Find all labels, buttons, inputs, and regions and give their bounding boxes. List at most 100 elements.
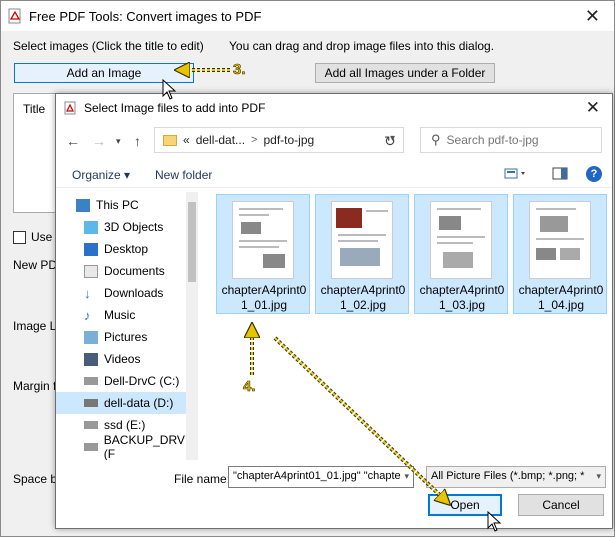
nav-scrollbar[interactable]: [186, 192, 198, 460]
navigation-pane[interactable]: This PC 3D Objects Desktop Documents ↓ D…: [56, 192, 198, 460]
music-icon: ♪: [84, 307, 91, 323]
nav-item-label: Videos: [104, 352, 141, 366]
nav-item-label: Downloads: [104, 286, 164, 300]
file-name: chapterA4print01_04.jpg: [518, 283, 604, 312]
nav-item-label: 3D Objects: [104, 220, 164, 234]
drive-icon: [84, 443, 98, 451]
dialog-close-icon[interactable]: ✕: [586, 98, 600, 118]
breadcrumb-folder[interactable]: pdf-to-jpg: [263, 133, 314, 147]
nav-item-videos[interactable]: Videos: [56, 348, 197, 370]
nav-item-documents[interactable]: Documents: [56, 260, 197, 282]
file-name-value: "chapterA4print01_01.jpg" "chapte: [233, 470, 401, 482]
dialog-titlebar: Select Image files to add into PDF ✕: [56, 94, 612, 122]
dialog-toolbar: Organize ▾ New folder ?: [56, 162, 612, 188]
up-arrow-icon[interactable]: ↑: [134, 133, 141, 149]
cube-icon: [84, 220, 98, 234]
use-label: Use: [31, 230, 53, 244]
search-box[interactable]: ⚲ Search pdf-to-jpg: [420, 127, 602, 153]
image-list[interactable]: Title: [13, 93, 59, 213]
dialog-title: Select Image files to add into PDF: [84, 101, 266, 115]
help-icon[interactable]: ?: [586, 166, 602, 182]
step-4-callout: 4.: [243, 378, 256, 396]
file-tile[interactable]: chapterA4print01_04.jpg: [513, 194, 607, 314]
main-window-title: Free PDF Tools: Convert images to PDF: [29, 8, 262, 24]
file-name: chapterA4print01_01.jpg: [221, 283, 307, 312]
folder-icon: [163, 134, 177, 146]
step-3-callout: 3.: [233, 61, 246, 79]
pdf-app-icon: [8, 8, 21, 24]
nav-item-drive-d[interactable]: dell-data (D:): [56, 392, 197, 414]
view-options-icon[interactable]: [504, 166, 530, 185]
breadcrumb-separator: >: [251, 134, 258, 146]
preview-pane-icon[interactable]: [552, 166, 568, 185]
download-icon: ↓: [84, 285, 91, 301]
image-thumbnail: [232, 201, 294, 279]
nav-item-drive-c[interactable]: Dell-DrvC (C:): [56, 370, 197, 392]
image-thumbnail: [529, 201, 591, 279]
file-list[interactable]: chapterA4print01_01.jpg chapterA4print01…: [206, 192, 614, 460]
pdf-app-icon: [64, 101, 76, 115]
new-folder-button[interactable]: New folder: [155, 168, 212, 182]
file-name-input[interactable]: "chapterA4print01_01.jpg" "chapte ▾: [228, 466, 414, 488]
file-name: chapterA4print01_02.jpg: [320, 283, 406, 312]
file-tile[interactable]: chapterA4print01_03.jpg: [414, 194, 508, 314]
file-name: chapterA4print01_03.jpg: [419, 283, 505, 312]
cancel-button[interactable]: Cancel: [518, 494, 604, 516]
computer-icon: [76, 198, 90, 212]
file-type-select[interactable]: All Picture Files (*.bmp; *.png; * ▾: [426, 466, 606, 488]
open-file-dialog: Select Image files to add into PDF ✕ ← →…: [55, 93, 613, 529]
use-checkbox[interactable]: [13, 231, 26, 244]
nav-item-this-pc[interactable]: This PC: [56, 194, 197, 216]
refresh-icon[interactable]: ↻: [384, 133, 396, 150]
video-icon: [84, 352, 98, 366]
add-folder-button[interactable]: Add all Images under a Folder: [315, 63, 495, 83]
image-thumbnail: [331, 201, 393, 279]
image-layout-label: Image L: [13, 319, 57, 333]
nav-item-label: ssd (E:): [104, 418, 146, 432]
address-bar[interactable]: « dell-dat... > pdf-to-jpg ▾: [154, 127, 404, 153]
search-icon: ⚲: [431, 132, 441, 147]
file-tile[interactable]: chapterA4print01_01.jpg: [216, 194, 310, 314]
nav-scroll-thumb[interactable]: [188, 202, 196, 282]
file-type-value: All Picture Files (*.bmp; *.png; *: [431, 470, 585, 482]
file-tile[interactable]: chapterA4print01_02.jpg: [315, 194, 409, 314]
chevron-down-icon[interactable]: ▾: [596, 471, 601, 482]
file-name-label: File name:: [174, 472, 231, 486]
drive-icon: [84, 377, 98, 385]
nav-item-label: This PC: [96, 198, 139, 212]
search-placeholder: Search pdf-to-jpg: [446, 133, 539, 147]
nav-item-pictures[interactable]: Pictures: [56, 326, 197, 348]
main-close-icon[interactable]: ✕: [585, 6, 600, 27]
back-arrow-icon[interactable]: ←: [66, 133, 80, 149]
pictures-icon: [84, 330, 98, 344]
history-chevron-icon[interactable]: ▾: [116, 136, 121, 147]
nav-item-music[interactable]: ♪ Music: [56, 304, 197, 326]
nav-item-drive-f[interactable]: BACKUP_DRV (F: [56, 433, 197, 460]
desktop-icon: [84, 242, 98, 256]
image-thumbnail: [430, 201, 492, 279]
main-titlebar: Free PDF Tools: Convert images to PDF ✕: [1, 1, 614, 31]
drive-icon: [84, 421, 98, 429]
nav-item-downloads[interactable]: ↓ Downloads: [56, 282, 197, 304]
forward-arrow-icon[interactable]: →: [92, 133, 106, 149]
nav-item-label: Dell-DrvC (C:): [104, 374, 180, 388]
drive-icon: [84, 399, 98, 407]
chevron-down-icon[interactable]: ▾: [404, 471, 409, 482]
nav-item-3d-objects[interactable]: 3D Objects: [56, 216, 197, 238]
nav-item-label: Documents: [104, 264, 165, 278]
margin-label: Margin f: [13, 379, 57, 393]
open-button[interactable]: Open: [428, 494, 502, 516]
nav-item-label: Music: [104, 308, 136, 322]
nav-item-label: dell-data (D:): [104, 396, 174, 410]
nav-item-label: Desktop: [104, 242, 149, 256]
add-image-button[interactable]: Add an Image: [14, 63, 194, 83]
navigation-bar: ← → ▾ ↑ « dell-dat... > pdf-to-jpg ▾ ↻ ⚲…: [56, 127, 612, 157]
drag-drop-hint: You can drag and drop image files into t…: [229, 39, 495, 53]
nav-item-desktop[interactable]: Desktop: [56, 238, 197, 260]
organize-menu[interactable]: Organize ▾: [72, 168, 130, 182]
breadcrumb-drive[interactable]: dell-dat...: [196, 133, 245, 147]
nav-item-label: Pictures: [104, 330, 148, 344]
space-label: Space b: [13, 472, 58, 486]
list-header-title[interactable]: Title: [23, 102, 45, 116]
breadcrumb-overflow[interactable]: «: [183, 133, 190, 147]
